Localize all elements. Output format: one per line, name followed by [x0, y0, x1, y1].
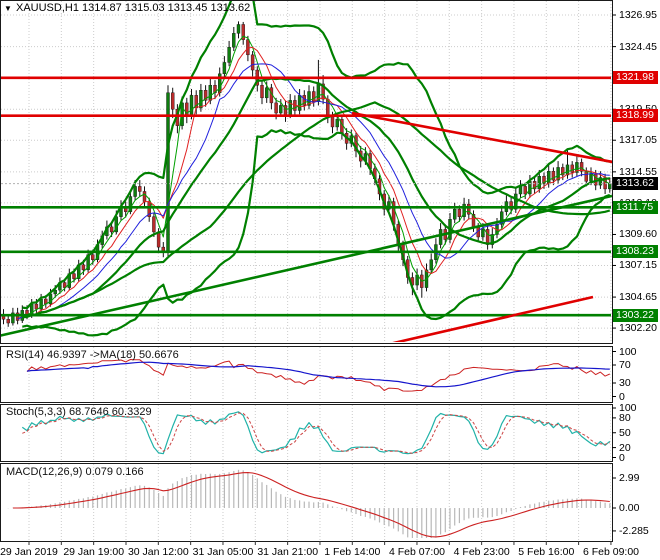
- date-label: 4 Feb 07:00: [388, 546, 446, 558]
- price-tick: 1324.45: [619, 40, 657, 53]
- level-price-badge: 1318.99: [613, 109, 658, 123]
- date-label: 29 Jan 19:00: [63, 546, 125, 558]
- rsi-scale-tick: 70: [619, 359, 631, 371]
- chart-title-ohlc: XAUUSD,H1 1314.87 1315.03 1313.45 1313.6…: [16, 2, 251, 14]
- price-tick: 1307.15: [619, 259, 657, 272]
- level-price-badge: 1311.75: [613, 200, 658, 214]
- price-tick: 1302.20: [619, 322, 657, 335]
- price-tick: 1326.95: [619, 8, 657, 21]
- date-label: 31 Jan 21:00: [257, 546, 319, 558]
- stoch-scale-tick: 80: [619, 411, 631, 424]
- date-label: 31 Jan 05:00: [192, 546, 254, 558]
- rsi-scale-tick: 0: [619, 390, 625, 403]
- macd-indicator-label: MACD(12,26,9) 0.079 0.166: [6, 466, 144, 478]
- level-price-badge: 1321.98: [613, 71, 658, 85]
- rsi-indicator-label: RSI(14) 46.9397 ->MA(18) 50.6676: [6, 349, 179, 361]
- date-label: 1 Feb 14:00: [324, 546, 381, 558]
- current-price-badge: 1313.62: [613, 177, 658, 191]
- date-label: 5 Feb 16:00: [518, 546, 575, 558]
- symbol-dropdown-icon[interactable]: ▼: [4, 4, 12, 13]
- price-tick: 1317.05: [619, 134, 657, 147]
- rsi-scale-tick: 100: [619, 345, 637, 358]
- date-label: 29 Jan 2019: [0, 546, 58, 558]
- stoch-scale-tick: 0: [619, 451, 625, 464]
- date-label: 30 Jan 12:00: [127, 546, 189, 558]
- date-label: 4 Feb 23:00: [453, 546, 510, 558]
- chart-window: ▼ XAUUSD,H1 1314.87 1315.03 1313.45 1313…: [0, 0, 660, 560]
- main-chart-panel[interactable]: [0, 0, 613, 344]
- date-label: 6 Feb 09:00: [582, 546, 640, 558]
- macd-scale-tick: -2.285: [619, 524, 649, 537]
- stoch-scale-tick: 50: [619, 426, 631, 439]
- level-price-badge: 1303.22: [613, 308, 658, 322]
- stoch-indicator-label: Stoch(5,3,3) 68.7646 60.3329: [6, 406, 152, 418]
- macd-scale-tick: 0.00: [619, 502, 640, 514]
- price-tick: 1314.55: [619, 165, 657, 178]
- rsi-scale-tick: 30: [619, 377, 631, 389]
- price-tick: 1309.60: [619, 228, 657, 241]
- price-tick: 1304.65: [619, 291, 657, 304]
- macd-scale-tick: 2.99: [619, 472, 640, 484]
- level-price-badge: 1308.23: [613, 245, 658, 259]
